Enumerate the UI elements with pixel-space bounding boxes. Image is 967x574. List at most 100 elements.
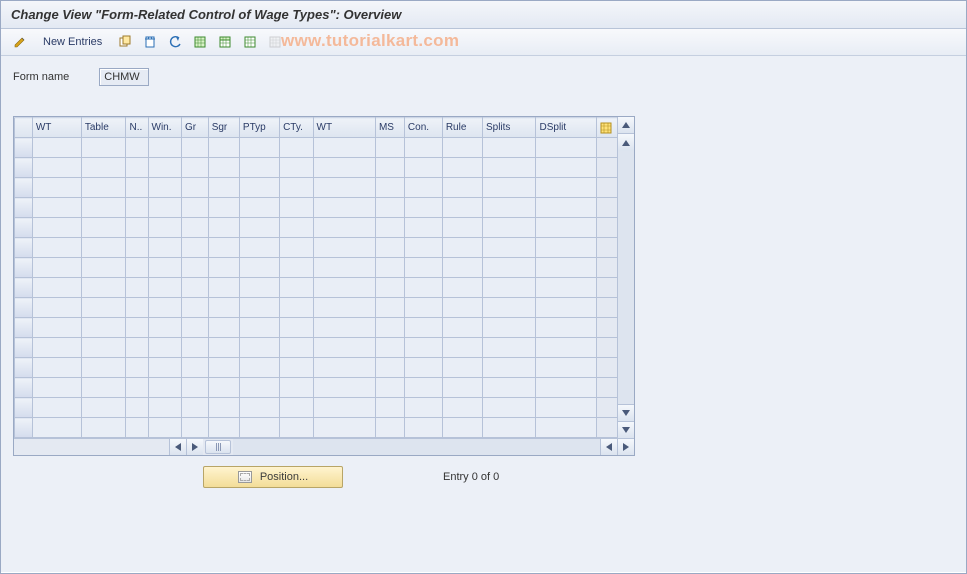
grid-cell[interactable] [404,198,442,218]
grid-cell[interactable] [482,398,536,418]
grid-cell[interactable] [442,418,482,438]
grid-cell[interactable] [148,278,181,298]
grid-cell[interactable] [239,358,279,378]
col-header-dsplit[interactable]: DSplit [536,118,596,138]
grid-cell[interactable] [442,278,482,298]
grid-cell[interactable] [375,418,404,438]
grid-cell[interactable] [313,238,375,258]
col-header-ptyp[interactable]: PTyp [239,118,279,138]
col-header-rule[interactable]: Rule [442,118,482,138]
grid-cell[interactable] [313,318,375,338]
grid-cell[interactable] [32,158,81,178]
grid-cell[interactable] [126,218,148,238]
grid-cell[interactable] [375,398,404,418]
scroll-down-icon[interactable] [618,421,634,438]
grid-cell[interactable] [181,398,208,418]
grid-cell[interactable] [32,138,81,158]
grid-cell[interactable] [536,318,596,338]
row-selector[interactable] [15,298,33,318]
grid-cell[interactable] [81,138,126,158]
grid-cell[interactable] [148,378,181,398]
select-all-icon[interactable] [189,32,211,52]
grid-cell[interactable] [442,318,482,338]
grid-cell[interactable] [239,258,279,278]
toggle-display-change-icon[interactable] [9,32,31,52]
grid-cell[interactable] [404,138,442,158]
grid-cell[interactable] [81,258,126,278]
grid-cell[interactable] [280,198,313,218]
grid-cell[interactable] [313,158,375,178]
col-header-wt[interactable]: WT [313,118,375,138]
grid-cell[interactable] [81,298,126,318]
grid-cell[interactable] [482,358,536,378]
print-icon[interactable] [264,32,286,52]
grid-cell[interactable] [536,338,596,358]
grid-cell[interactable] [375,258,404,278]
grid-cell[interactable] [239,318,279,338]
scroll-right-first-icon[interactable] [186,439,203,455]
grid-cell[interactable] [280,398,313,418]
col-header-table[interactable]: Table [81,118,126,138]
grid-cell[interactable] [280,158,313,178]
grid-cell[interactable] [482,198,536,218]
grid-cell[interactable] [404,298,442,318]
scroll-up-icon[interactable] [618,117,634,134]
grid-cell[interactable] [313,418,375,438]
grid-cell[interactable] [181,338,208,358]
grid-cell[interactable] [482,238,536,258]
grid-cell[interactable] [126,278,148,298]
grid-cell[interactable] [32,178,81,198]
grid-cell[interactable] [81,278,126,298]
grid-cell[interactable] [442,178,482,198]
grid-cell[interactable] [404,158,442,178]
grid-cell[interactable] [482,258,536,278]
grid-cell[interactable] [280,278,313,298]
grid-cell[interactable] [280,378,313,398]
grid-cell[interactable] [482,278,536,298]
form-name-field[interactable]: CHMW [99,68,148,86]
grid-cell[interactable] [536,258,596,278]
grid-cell[interactable] [239,298,279,318]
grid-cell[interactable] [536,298,596,318]
scroll-left-icon[interactable] [169,439,186,455]
grid-cell[interactable] [375,158,404,178]
grid-cell[interactable] [126,338,148,358]
grid-cell[interactable] [32,418,81,438]
col-header-con[interactable]: Con. [404,118,442,138]
grid-cell[interactable] [280,238,313,258]
copy-as-icon[interactable] [114,32,136,52]
grid-cell[interactable] [208,238,239,258]
row-selector[interactable] [15,418,33,438]
grid-cell[interactable] [280,298,313,318]
grid-cell[interactable] [126,158,148,178]
row-selector[interactable] [15,198,33,218]
grid-cell[interactable] [313,218,375,238]
grid-cell[interactable] [208,138,239,158]
grid-cell[interactable] [404,238,442,258]
grid-cell[interactable] [126,238,148,258]
grid-cell[interactable] [181,138,208,158]
grid-cell[interactable] [81,358,126,378]
grid-cell[interactable] [482,378,536,398]
grid-cell[interactable] [239,338,279,358]
grid-cell[interactable] [239,418,279,438]
row-selector[interactable] [15,398,33,418]
row-selector[interactable] [15,318,33,338]
grid-cell[interactable] [404,418,442,438]
grid-cell[interactable] [375,238,404,258]
grid-cell[interactable] [181,178,208,198]
grid-cell[interactable] [442,398,482,418]
grid-cell[interactable] [208,398,239,418]
grid-cell[interactable] [280,178,313,198]
grid-cell[interactable] [375,318,404,338]
grid-cell[interactable] [404,358,442,378]
col-header-gr[interactable]: Gr [181,118,208,138]
row-selector[interactable] [15,218,33,238]
col-header-win[interactable]: Win. [148,118,181,138]
grid-cell[interactable] [208,278,239,298]
grid-cell[interactable] [404,398,442,418]
grid-cell[interactable] [208,318,239,338]
grid-cell[interactable] [536,218,596,238]
grid-cell[interactable] [181,298,208,318]
grid-cell[interactable] [148,178,181,198]
